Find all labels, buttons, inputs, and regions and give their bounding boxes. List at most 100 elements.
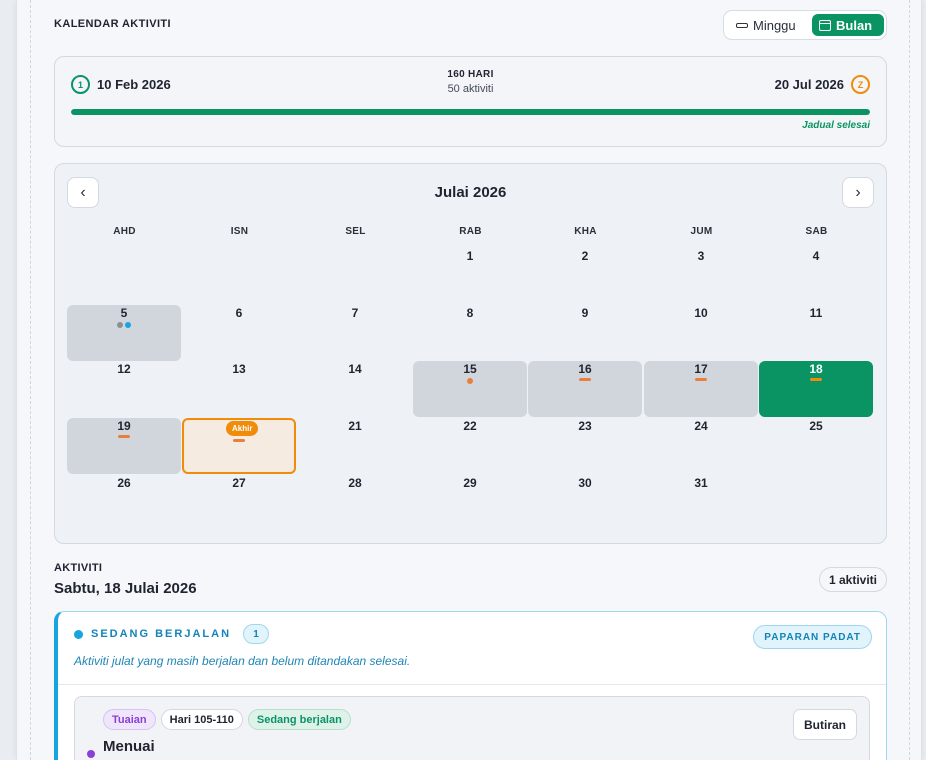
calendar-day[interactable]: 31 <box>644 475 758 531</box>
day-number: 17 <box>694 362 708 376</box>
range-end: 20 Jul 2026 Z <box>775 75 870 94</box>
month-view-button[interactable]: Bulan <box>812 14 884 36</box>
calendar-day[interactable]: 24 <box>644 418 758 474</box>
month-calendar: ‹ Julai 2026 › AHD ISN SEL RAB KHA JUM SAB 1 2 3 4… <box>54 163 887 544</box>
week-icon <box>736 22 748 28</box>
month-title: Julai 2026 <box>434 184 507 201</box>
end-date: 20 Jul 2026 <box>774 77 844 92</box>
status-tag: Sedang berjalan <box>247 709 351 730</box>
chevron-right-icon: › <box>855 183 861 201</box>
activity-markers <box>67 435 181 438</box>
range-summary: 160 HARI 50 aktiviti <box>55 69 886 95</box>
week-view-button[interactable]: Minggu <box>729 14 803 36</box>
calendar-day[interactable]: 19 <box>67 418 181 474</box>
activity-count-badge: 1 aktiviti <box>818 567 887 592</box>
calendar-day[interactable]: 18 <box>759 361 873 417</box>
activity-range-icon <box>233 439 245 442</box>
progress-bar-fill <box>71 109 870 115</box>
calendar-day[interactable]: Akhir <box>182 418 296 474</box>
day-number: 9 <box>581 306 589 320</box>
day-number: 29 <box>463 476 477 490</box>
calendar-day[interactable]: 8 <box>413 305 527 361</box>
calendar-day[interactable]: 25 <box>759 418 873 474</box>
calendar-day[interactable]: 28 <box>298 475 412 531</box>
calendar-day[interactable]: 17 <box>644 361 758 417</box>
day-number: 21 <box>348 419 362 433</box>
activity-dot-icon <box>117 322 123 328</box>
day-number: 13 <box>232 362 246 376</box>
activity-dot-icon <box>125 322 131 328</box>
activity-markers <box>184 439 294 442</box>
weekday-header: ISN <box>230 226 249 237</box>
day-number: 26 <box>117 476 131 490</box>
progress-bar <box>71 109 870 115</box>
weekday-header: RAB <box>459 226 482 237</box>
day-number: 7 <box>351 306 359 320</box>
section-title: KALENDAR AKTIVITI <box>54 18 171 30</box>
divider <box>58 684 886 685</box>
activity-dot-icon <box>467 378 473 384</box>
calendar-day[interactable]: 13 <box>182 361 296 417</box>
week-view-label: Minggu <box>753 17 796 33</box>
group-header: SEDANG BERJALAN 1 <box>74 624 270 644</box>
calendar-day[interactable]: 12 <box>67 361 181 417</box>
activity-range-icon <box>810 378 822 381</box>
next-month-button[interactable]: › <box>842 177 874 208</box>
weekday-header: SEL <box>345 226 366 237</box>
calendar-day[interactable]: 9 <box>528 305 642 361</box>
calendar-day[interactable]: 4 <box>759 248 873 304</box>
activity-range-icon <box>118 435 130 438</box>
activity-title: Menuai <box>103 738 155 755</box>
activity-tags: Tuaian Hari 105-110 Sedang berjalan <box>103 709 351 730</box>
calendar-day[interactable]: 27 <box>182 475 296 531</box>
range-activities: 50 aktiviti <box>447 83 494 95</box>
day-number: 25 <box>809 419 823 433</box>
calendar-day[interactable]: 1 <box>413 248 527 304</box>
weekday-header: AHD <box>113 226 136 237</box>
calendar-day[interactable]: 6 <box>182 305 296 361</box>
calendar-day[interactable]: 22 <box>413 418 527 474</box>
activity-markers <box>644 378 758 381</box>
category-dot-icon <box>87 750 95 758</box>
calendar-day[interactable]: 21 <box>298 418 412 474</box>
day-number: 11 <box>809 306 823 320</box>
day-number: 27 <box>232 476 246 490</box>
activity-card[interactable]: Tuaian Hari 105-110 Sedang berjalan Menu… <box>74 696 870 760</box>
day-number: 12 <box>117 362 131 376</box>
calendar-day[interactable]: 10 <box>644 305 758 361</box>
view-toggle: Minggu Bulan <box>723 10 887 40</box>
calendar-day[interactable]: 5 <box>67 305 181 361</box>
calendar-day[interactable]: 15 <box>413 361 527 417</box>
details-button[interactable]: Butiran <box>793 709 857 740</box>
activity-markers <box>413 378 527 384</box>
calendar-day[interactable]: 23 <box>528 418 642 474</box>
activity-markers <box>528 378 642 381</box>
activities-label: AKTIVITI <box>54 562 103 574</box>
day-number: 3 <box>697 249 705 263</box>
group-title: SEDANG BERJALAN <box>91 628 232 640</box>
day-number: 30 <box>578 476 592 490</box>
day-number: 14 <box>348 362 362 376</box>
calendar-day[interactable]: 16 <box>528 361 642 417</box>
calendar-day[interactable]: 2 <box>528 248 642 304</box>
calendar-day[interactable]: 11 <box>759 305 873 361</box>
calendar-day[interactable]: 30 <box>528 475 642 531</box>
day-number: 19 <box>117 419 131 433</box>
activity-markers <box>67 322 181 328</box>
calendar-day[interactable]: 14 <box>298 361 412 417</box>
month-view-label: Bulan <box>836 17 873 33</box>
range-days: 160 HARI <box>447 69 494 80</box>
calendar-day[interactable]: 3 <box>644 248 758 304</box>
calendar-day[interactable]: 7 <box>298 305 412 361</box>
schedule-status: Jadual selesai <box>802 120 870 131</box>
date-range-card: 1 10 Feb 2026 160 HARI 50 aktiviti 20 Ju… <box>54 56 887 147</box>
calendar-day[interactable]: 26 <box>67 475 181 531</box>
calendar-day[interactable]: 29 <box>413 475 527 531</box>
weekday-header: JUM <box>690 226 713 237</box>
day-number: 4 <box>812 249 820 263</box>
activity-markers <box>759 378 873 381</box>
compact-view-button[interactable]: PAPARAN PADAT <box>753 625 872 649</box>
day-number: 10 <box>694 306 708 320</box>
day-number: 16 <box>578 362 592 376</box>
status-dot-icon <box>74 629 83 639</box>
